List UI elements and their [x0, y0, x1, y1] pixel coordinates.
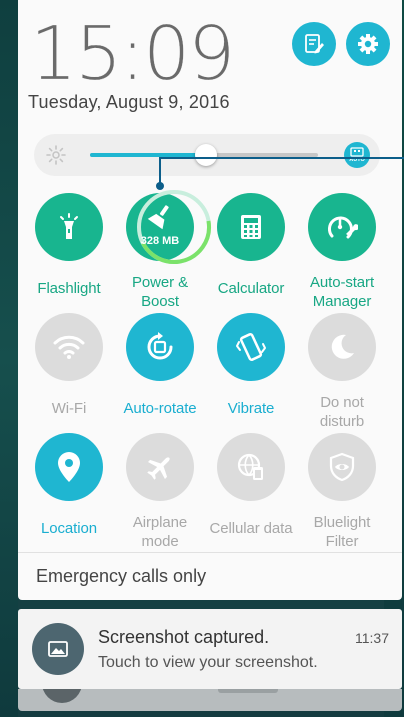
tile-auto-start-manager[interactable]: Auto-start Manager	[294, 193, 390, 310]
tile-label: Power & Boost	[132, 274, 188, 310]
brightness-icon	[46, 145, 66, 165]
memory-usage: 328 MB	[140, 235, 180, 247]
brightness-bar: AUTO	[34, 134, 380, 176]
vibrate-icon	[236, 332, 266, 362]
tile-airplane-mode[interactable]: Airplane mode	[112, 433, 208, 550]
notification-time: 11:37	[355, 630, 389, 646]
tile-circle	[217, 433, 285, 501]
divider	[18, 552, 402, 553]
tile-do-not-disturb[interactable]: Do not disturb	[294, 313, 390, 430]
tile-circle	[308, 313, 376, 381]
wifi-icon	[53, 335, 85, 359]
tile-label: Airplane mode	[132, 514, 188, 550]
image-icon	[48, 641, 68, 657]
speedometer-wrench-icon	[327, 216, 358, 239]
clock: 15:09	[30, 11, 235, 97]
tile-circle	[35, 193, 103, 261]
tile-label: Auto-rotate	[123, 400, 197, 417]
tile-label: Wi-Fi	[51, 400, 87, 417]
tile-label: Cellular data	[209, 520, 293, 537]
auto-brightness-icon	[350, 147, 364, 157]
brightness-thumb[interactable]	[195, 144, 218, 166]
notification-title: Screenshot captured.	[98, 627, 270, 647]
stacked-notification-icon	[42, 689, 82, 703]
moon-icon	[331, 334, 354, 359]
edit-icon	[305, 34, 324, 54]
eye-shield-icon	[329, 452, 355, 482]
tile-circle	[308, 193, 376, 261]
tile-circle	[126, 433, 194, 501]
tile-cellular-data[interactable]: Cellular data	[203, 433, 299, 543]
tile-label: Vibrate	[227, 400, 275, 417]
tile-label: Auto-start Manager	[309, 274, 375, 310]
tile-circle	[35, 433, 103, 501]
tile-circle: 328 MB	[126, 190, 211, 264]
tile-label: Location	[41, 520, 97, 537]
quick-settings-panel: 15:09 Tuesday, August 9, 2016 AUTO Flash…	[18, 0, 404, 600]
tile-power-boost[interactable]: 328 MB Power & Boost	[112, 190, 211, 310]
tile-circle	[217, 313, 285, 381]
emergency-calls-text: Emergency calls only	[36, 566, 207, 586]
tile-label: Do not disturb	[319, 394, 365, 430]
stacked-notification[interactable]	[18, 689, 402, 711]
tile-circle	[308, 433, 376, 501]
rotate-icon	[147, 332, 173, 360]
tile-location[interactable]: Location	[21, 433, 117, 543]
tile-flashlight[interactable]: Flashlight	[21, 193, 117, 303]
tile-vibrate[interactable]: Vibrate	[203, 313, 299, 423]
gear-icon	[358, 34, 378, 54]
tile-circle	[35, 313, 103, 381]
calculator-icon	[241, 215, 261, 239]
auto-brightness-button[interactable]: AUTO	[344, 142, 370, 168]
connector-line	[159, 157, 404, 159]
connector-line	[159, 157, 161, 185]
settings-button[interactable]	[346, 22, 390, 66]
tile-circle	[217, 193, 285, 261]
stacked-notification-text	[218, 689, 278, 693]
broom-icon	[147, 205, 169, 230]
notification-body: Touch to view your screenshot.	[98, 654, 318, 671]
tile-label: Bluelight Filter	[313, 514, 371, 550]
tile-wifi[interactable]: Wi-Fi	[21, 313, 117, 423]
notification-icon-badge	[32, 623, 84, 675]
edit-button[interactable]	[292, 22, 336, 66]
location-pin-icon	[58, 452, 80, 482]
wallpaper-left	[0, 0, 18, 717]
tile-label: Flashlight	[37, 280, 101, 297]
cellular-data-icon	[237, 453, 263, 480]
flashlight-icon	[60, 213, 78, 239]
tile-label: Calculator	[217, 280, 285, 297]
tile-calculator[interactable]: Calculator	[203, 193, 299, 303]
tile-bluelight-filter[interactable]: Bluelight Filter	[294, 433, 390, 550]
airplane-icon	[147, 457, 170, 480]
screenshot-notification[interactable]: Screenshot captured. Touch to view your …	[18, 609, 402, 689]
tile-circle	[126, 313, 194, 381]
date: Tuesday, August 9, 2016	[28, 92, 230, 112]
tile-auto-rotate[interactable]: Auto-rotate	[112, 313, 208, 423]
